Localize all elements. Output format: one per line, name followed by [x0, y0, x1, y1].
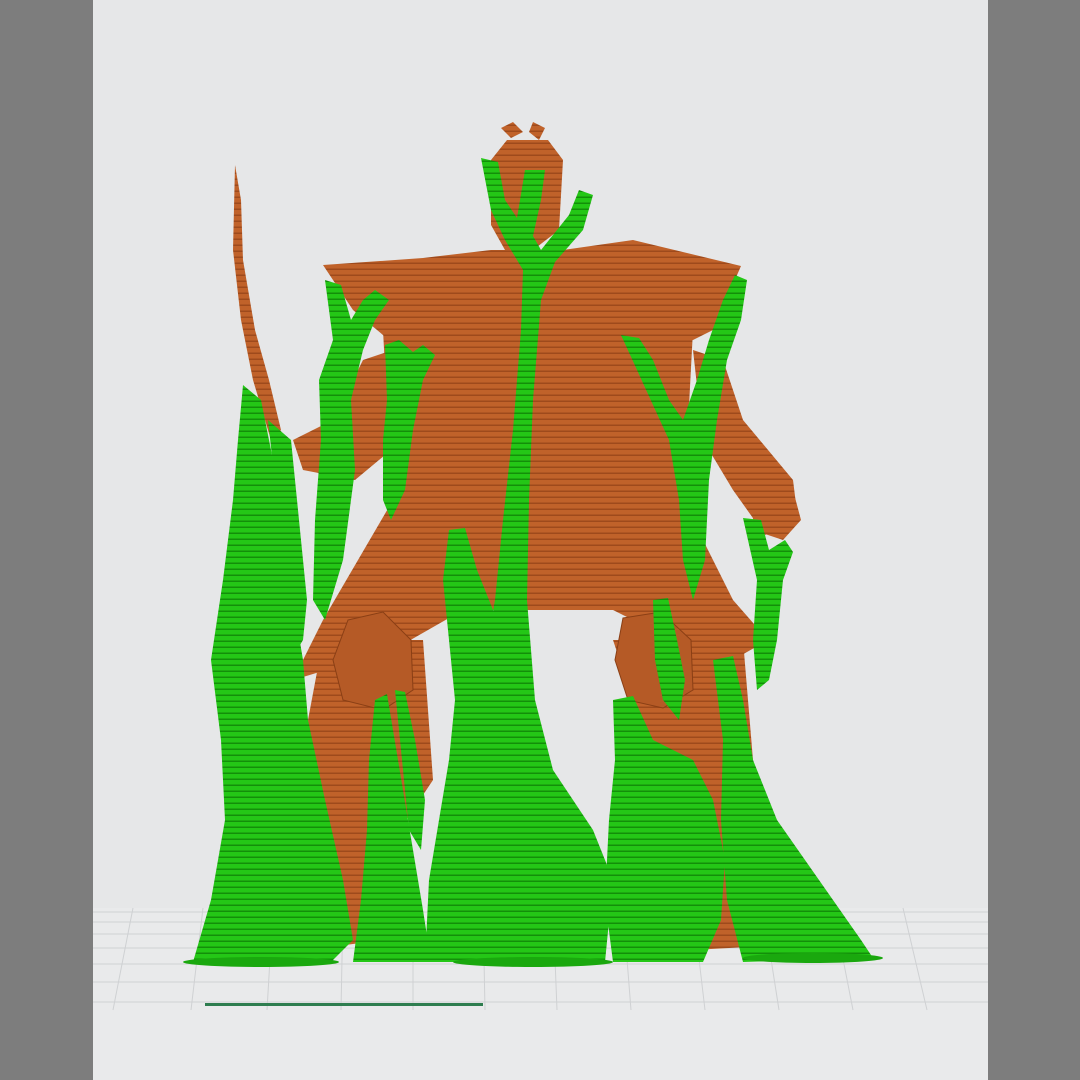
left-frame	[0, 0, 93, 1080]
layer-progress-fill	[205, 1003, 483, 1006]
right-frame	[988, 0, 1080, 1080]
layer-progress-bar[interactable]	[205, 1003, 483, 1006]
3d-viewport[interactable]	[93, 0, 988, 1080]
scene-canvas[interactable]	[93, 0, 988, 1080]
